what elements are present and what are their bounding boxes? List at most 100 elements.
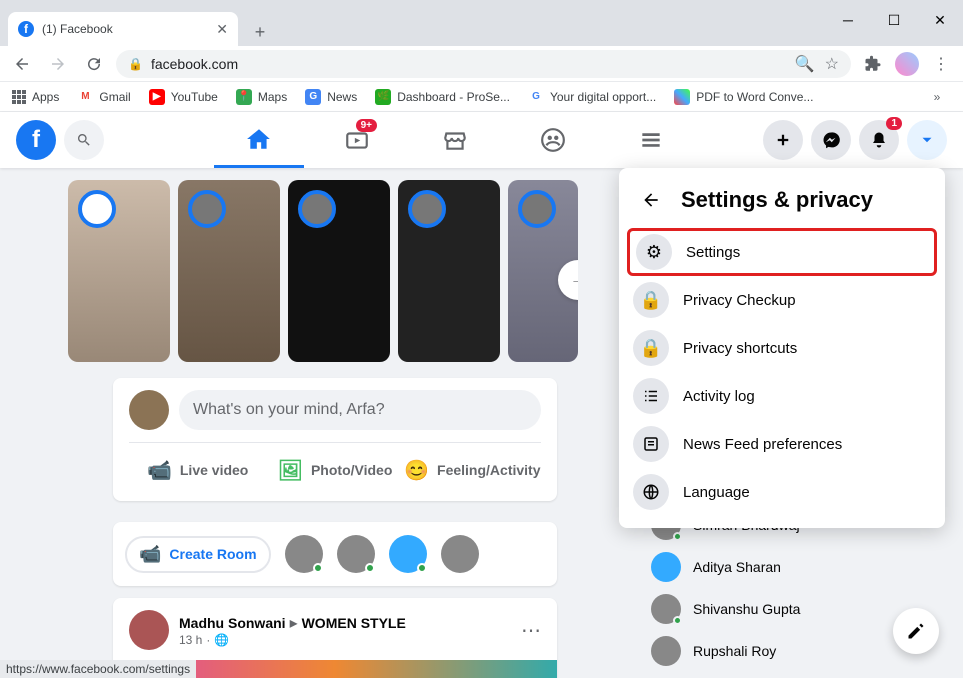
room-contact-avatar[interactable] <box>337 535 375 573</box>
browser-status-bar: https://www.facebook.com/settings <box>0 660 196 678</box>
dropdown-header: Settings & privacy <box>627 180 937 228</box>
profile-avatar-button[interactable] <box>895 52 919 76</box>
create-room-button[interactable]: 📹 Create Room <box>125 536 271 573</box>
fb-logo[interactable]: f <box>16 120 56 160</box>
bookmarks-overflow[interactable]: » <box>923 83 951 111</box>
story-avatar <box>408 190 446 228</box>
bookmark-label: Gmail <box>99 90 130 104</box>
fb-header-right: 1 <box>763 120 947 160</box>
reload-icon <box>85 55 103 73</box>
contact-item[interactable]: Aditya Sharan <box>643 546 943 588</box>
post-author-name[interactable]: Madhu Sonwani <box>179 615 286 631</box>
close-window-button[interactable]: ✕ <box>917 0 963 40</box>
dashboard-icon: 🌿 <box>375 89 391 105</box>
bookmark-label: PDF to Word Conve... <box>696 90 813 104</box>
room-label: Create Room <box>169 546 256 562</box>
nav-watch[interactable]: 9+ <box>312 112 402 168</box>
reload-button[interactable] <box>80 50 108 78</box>
room-contact-avatar[interactable] <box>441 535 479 573</box>
post-target-name[interactable]: WOMEN STYLE <box>302 615 406 631</box>
maximize-button[interactable]: ☐ <box>871 0 917 40</box>
story-card[interactable]: → <box>508 180 578 362</box>
contact-avatar <box>651 636 681 666</box>
home-icon <box>246 126 272 152</box>
menu-item-news-feed-preferences[interactable]: News Feed preferences <box>627 420 937 468</box>
notifications-button[interactable]: 1 <box>859 120 899 160</box>
story-card[interactable] <box>398 180 500 362</box>
account-dropdown-button[interactable] <box>907 120 947 160</box>
menu-item-privacy-shortcuts[interactable]: 🔒 Privacy shortcuts <box>627 324 937 372</box>
nav-menu[interactable] <box>606 112 696 168</box>
bookmark-news[interactable]: G News <box>305 89 357 105</box>
bookmark-dashboard[interactable]: 🌿 Dashboard - ProSe... <box>375 89 510 105</box>
bookmark-youtube[interactable]: ▶ YouTube <box>149 89 218 105</box>
list-icon <box>633 378 669 414</box>
browser-menu-button[interactable]: ⋮ <box>927 50 955 78</box>
story-avatar <box>78 190 116 228</box>
menu-label: Privacy Checkup <box>683 292 796 309</box>
contact-avatar <box>651 552 681 582</box>
groups-icon <box>540 127 566 153</box>
menu-item-settings[interactable]: ⚙ Settings <box>627 228 937 276</box>
composer-input[interactable]: What's on your mind, Arfa? <box>179 390 541 430</box>
story-avatar <box>298 190 336 228</box>
nav-groups[interactable] <box>508 112 598 168</box>
bookmarks-bar: Apps M Gmail ▶ YouTube 📍 Maps G News 🌿 D… <box>0 82 963 112</box>
composer-placeholder: What's on your mind, Arfa? <box>193 401 385 419</box>
browser-tab[interactable]: f (1) Facebook ✕ <box>8 12 238 46</box>
puzzle-icon <box>864 55 882 73</box>
window-controls: ─ ☐ ✕ <box>825 0 963 40</box>
contacts-list: Simran Bhardwaj Aditya Sharan Shivanshu … <box>643 504 943 672</box>
room-contact-avatar[interactable] <box>389 535 427 573</box>
bookmark-label: Maps <box>258 90 287 104</box>
marketplace-icon <box>442 127 468 153</box>
arrow-left-icon <box>13 55 31 73</box>
menu-item-privacy-checkup[interactable]: 🔒 Privacy Checkup <box>627 276 937 324</box>
bookmark-gmail[interactable]: M Gmail <box>77 89 130 105</box>
contact-name: Shivanshu Gupta <box>693 601 800 617</box>
room-contact-avatar[interactable] <box>285 535 323 573</box>
bookmark-apps[interactable]: Apps <box>12 90 59 104</box>
photo-video-button[interactable]: 🖼 Photo/Video <box>266 451 403 489</box>
fb-search-button[interactable] <box>64 120 104 160</box>
stories-next-button[interactable]: → <box>558 260 578 300</box>
post-separator: ▸ <box>290 613 298 633</box>
bookmark-maps[interactable]: 📍 Maps <box>236 89 287 105</box>
fb-header: f 9+ 1 <box>0 112 963 168</box>
bookmark-pdf[interactable]: PDF to Word Conve... <box>674 89 813 105</box>
tab-close-icon[interactable]: ✕ <box>216 21 228 38</box>
post-menu-button[interactable]: ⋯ <box>521 618 541 643</box>
story-card[interactable] <box>178 180 280 362</box>
dropdown-back-button[interactable] <box>635 184 667 216</box>
menu-item-language[interactable]: Language <box>627 468 937 516</box>
address-bar[interactable]: 🔒 facebook.com 🔍 ☆ <box>116 50 851 78</box>
star-icon[interactable]: ☆ <box>825 54 839 74</box>
stories-tray: → <box>68 180 578 362</box>
minimize-button[interactable]: ─ <box>825 0 871 40</box>
smiley-icon: 😊 <box>404 458 429 483</box>
new-message-fab[interactable] <box>893 608 939 654</box>
user-avatar[interactable] <box>129 390 169 430</box>
new-tab-button[interactable]: + <box>246 18 274 46</box>
extensions-button[interactable] <box>859 50 887 78</box>
story-card[interactable] <box>288 180 390 362</box>
menu-label: Activity log <box>683 388 755 405</box>
live-video-button[interactable]: 📹 Live video <box>129 451 266 489</box>
google-icon: G <box>528 89 544 105</box>
post-author-avatar[interactable] <box>129 610 169 650</box>
globe-icon <box>633 474 669 510</box>
menu-item-activity-log[interactable]: Activity log <box>627 372 937 420</box>
feeling-activity-button[interactable]: 😊 Feeling/Activity <box>404 451 541 489</box>
nav-home[interactable] <box>214 112 304 168</box>
create-button[interactable] <box>763 120 803 160</box>
forward-button[interactable] <box>44 50 72 78</box>
story-card[interactable] <box>68 180 170 362</box>
dropdown-title: Settings & privacy <box>681 187 873 213</box>
messenger-button[interactable] <box>811 120 851 160</box>
back-button[interactable] <box>8 50 36 78</box>
zoom-icon[interactable]: 🔍 <box>795 54 815 74</box>
maps-icon: 📍 <box>236 89 252 105</box>
contact-avatar <box>651 594 681 624</box>
nav-marketplace[interactable] <box>410 112 500 168</box>
bookmark-google[interactable]: G Your digital opport... <box>528 89 656 105</box>
